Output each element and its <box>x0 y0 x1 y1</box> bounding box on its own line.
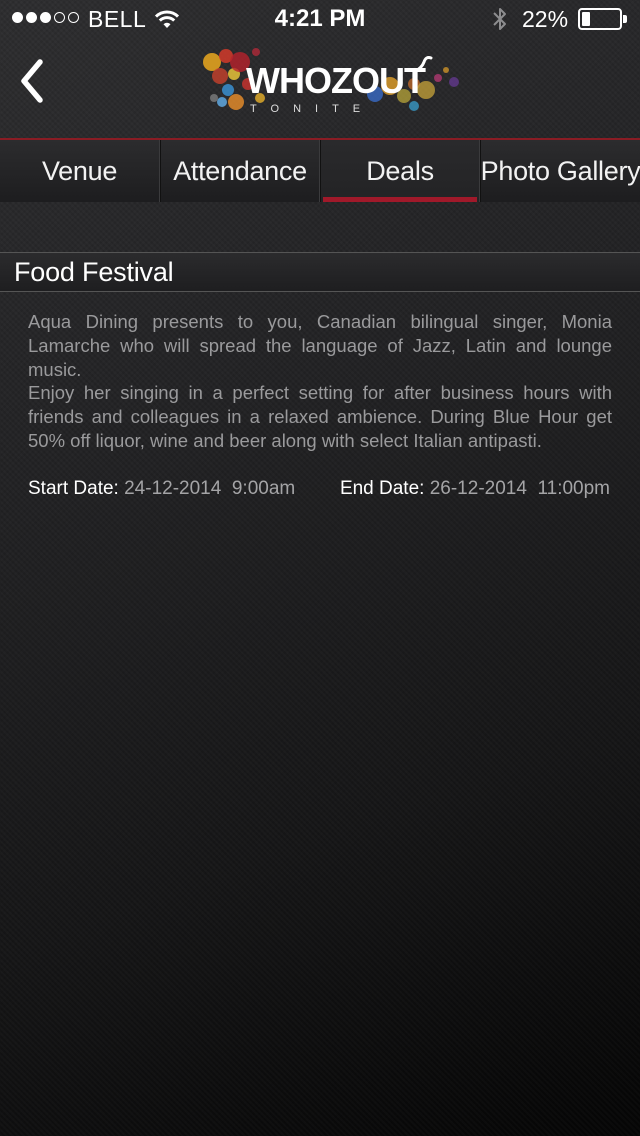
tab-label: Photo Gallery <box>480 155 640 186</box>
battery-icon <box>578 8 628 30</box>
battery-percent: 22% <box>522 6 569 32</box>
tab-label: Deals <box>366 155 434 186</box>
start-date-label: Start Date: <box>28 478 119 499</box>
end-date: End Date: 26-12-2014 11:00pm <box>340 478 610 500</box>
tab-venue[interactable]: Venue <box>0 140 160 202</box>
start-date: Start Date: 24-12-2014 9:00am <box>28 478 295 500</box>
deal-dates: Start Date: 24-12-2014 9:00am End Date: … <box>28 478 612 504</box>
tab-deals[interactable]: Deals <box>320 140 480 202</box>
back-chevron-icon[interactable] <box>14 58 54 104</box>
whozout-logo: WHOZOUT TONITE <box>203 48 459 115</box>
deal-title: Food Festival <box>14 257 174 287</box>
deal-description-1: Aqua Dining presents to you, Canadian bi… <box>28 311 612 380</box>
tab-bar: Venue Attendance Deals Photo Gallery <box>0 138 640 202</box>
tab-photo-gallery[interactable]: Photo Gallery <box>480 140 640 202</box>
deal-description-2: Enjoy her singing in a perfect setting f… <box>28 382 612 451</box>
start-date-value: 24-12-2014 9:00am <box>124 478 296 499</box>
tab-attendance[interactable]: Attendance <box>160 140 320 202</box>
tab-label: Venue <box>41 155 118 186</box>
end-date-label: End Date: <box>339 478 425 499</box>
logo-text: WHOZOUT <box>246 60 426 101</box>
end-date-value: 26-12-2014 11:00pm <box>429 478 610 499</box>
status-bar: BELL 4:21 PM 22% <box>0 0 640 40</box>
nav-bar: WHOZOUT TONITE <box>0 40 640 138</box>
deal-title-bar: Food Festival <box>0 252 640 292</box>
tab-label: Attendance <box>173 155 307 186</box>
bluetooth-icon <box>493 8 506 30</box>
logo-subtext: TONITE <box>250 103 374 115</box>
